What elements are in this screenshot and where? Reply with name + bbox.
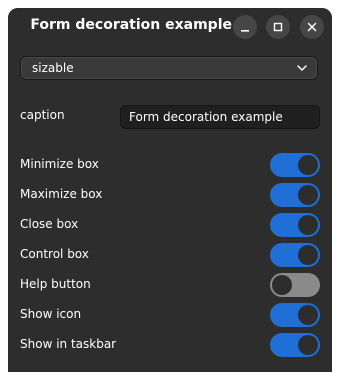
option-label: Maximize box (20, 187, 103, 201)
maximize-icon (273, 22, 283, 32)
caption-input-value: Form decoration example (129, 110, 283, 124)
caption-label: caption (20, 108, 65, 122)
maximize-button[interactable] (266, 15, 290, 39)
app-window: Form decoration example sizable caption … (8, 8, 332, 372)
minimize-icon (241, 30, 249, 32)
toggle-knob (298, 155, 318, 175)
title-bar: Form decoration example (8, 8, 332, 46)
close-icon (307, 22, 317, 32)
option-maximize-box: Maximize box (8, 180, 332, 210)
toggle-knob (298, 245, 318, 265)
toggle-knob (298, 215, 318, 235)
toggle-knob (298, 335, 318, 355)
option-label: Help button (20, 277, 91, 291)
option-label: Close box (20, 217, 79, 231)
show-icon-toggle[interactable] (270, 303, 320, 327)
chevron-down-icon (297, 65, 307, 71)
control-box-toggle[interactable] (270, 243, 320, 267)
option-help-button: Help button (8, 270, 332, 300)
help-button-toggle[interactable] (270, 273, 320, 297)
caption-input[interactable]: Form decoration example (120, 105, 320, 129)
dropdown-value: sizable (32, 61, 74, 75)
option-show-in-taskbar: Show in taskbar (8, 330, 332, 360)
toggle-knob (298, 305, 318, 325)
show-in-taskbar-toggle[interactable] (270, 333, 320, 357)
close-box-toggle[interactable] (270, 213, 320, 237)
option-label: Show in taskbar (20, 337, 117, 351)
maximize-box-toggle[interactable] (270, 183, 320, 207)
option-close-box: Close box (8, 210, 332, 240)
option-control-box: Control box (8, 240, 332, 270)
option-label: Minimize box (20, 157, 99, 171)
close-button[interactable] (300, 15, 324, 39)
minimize-button[interactable] (233, 15, 257, 39)
option-label: Show icon (20, 307, 82, 321)
toggle-knob (298, 185, 318, 205)
option-minimize-box: Minimize box (8, 150, 332, 180)
window-title: Form decoration example (30, 17, 232, 33)
border-style-dropdown[interactable]: sizable (20, 56, 318, 80)
minimize-box-toggle[interactable] (270, 153, 320, 177)
option-show-icon: Show icon (8, 300, 332, 330)
toggle-knob (272, 275, 292, 295)
option-label: Control box (20, 247, 89, 261)
